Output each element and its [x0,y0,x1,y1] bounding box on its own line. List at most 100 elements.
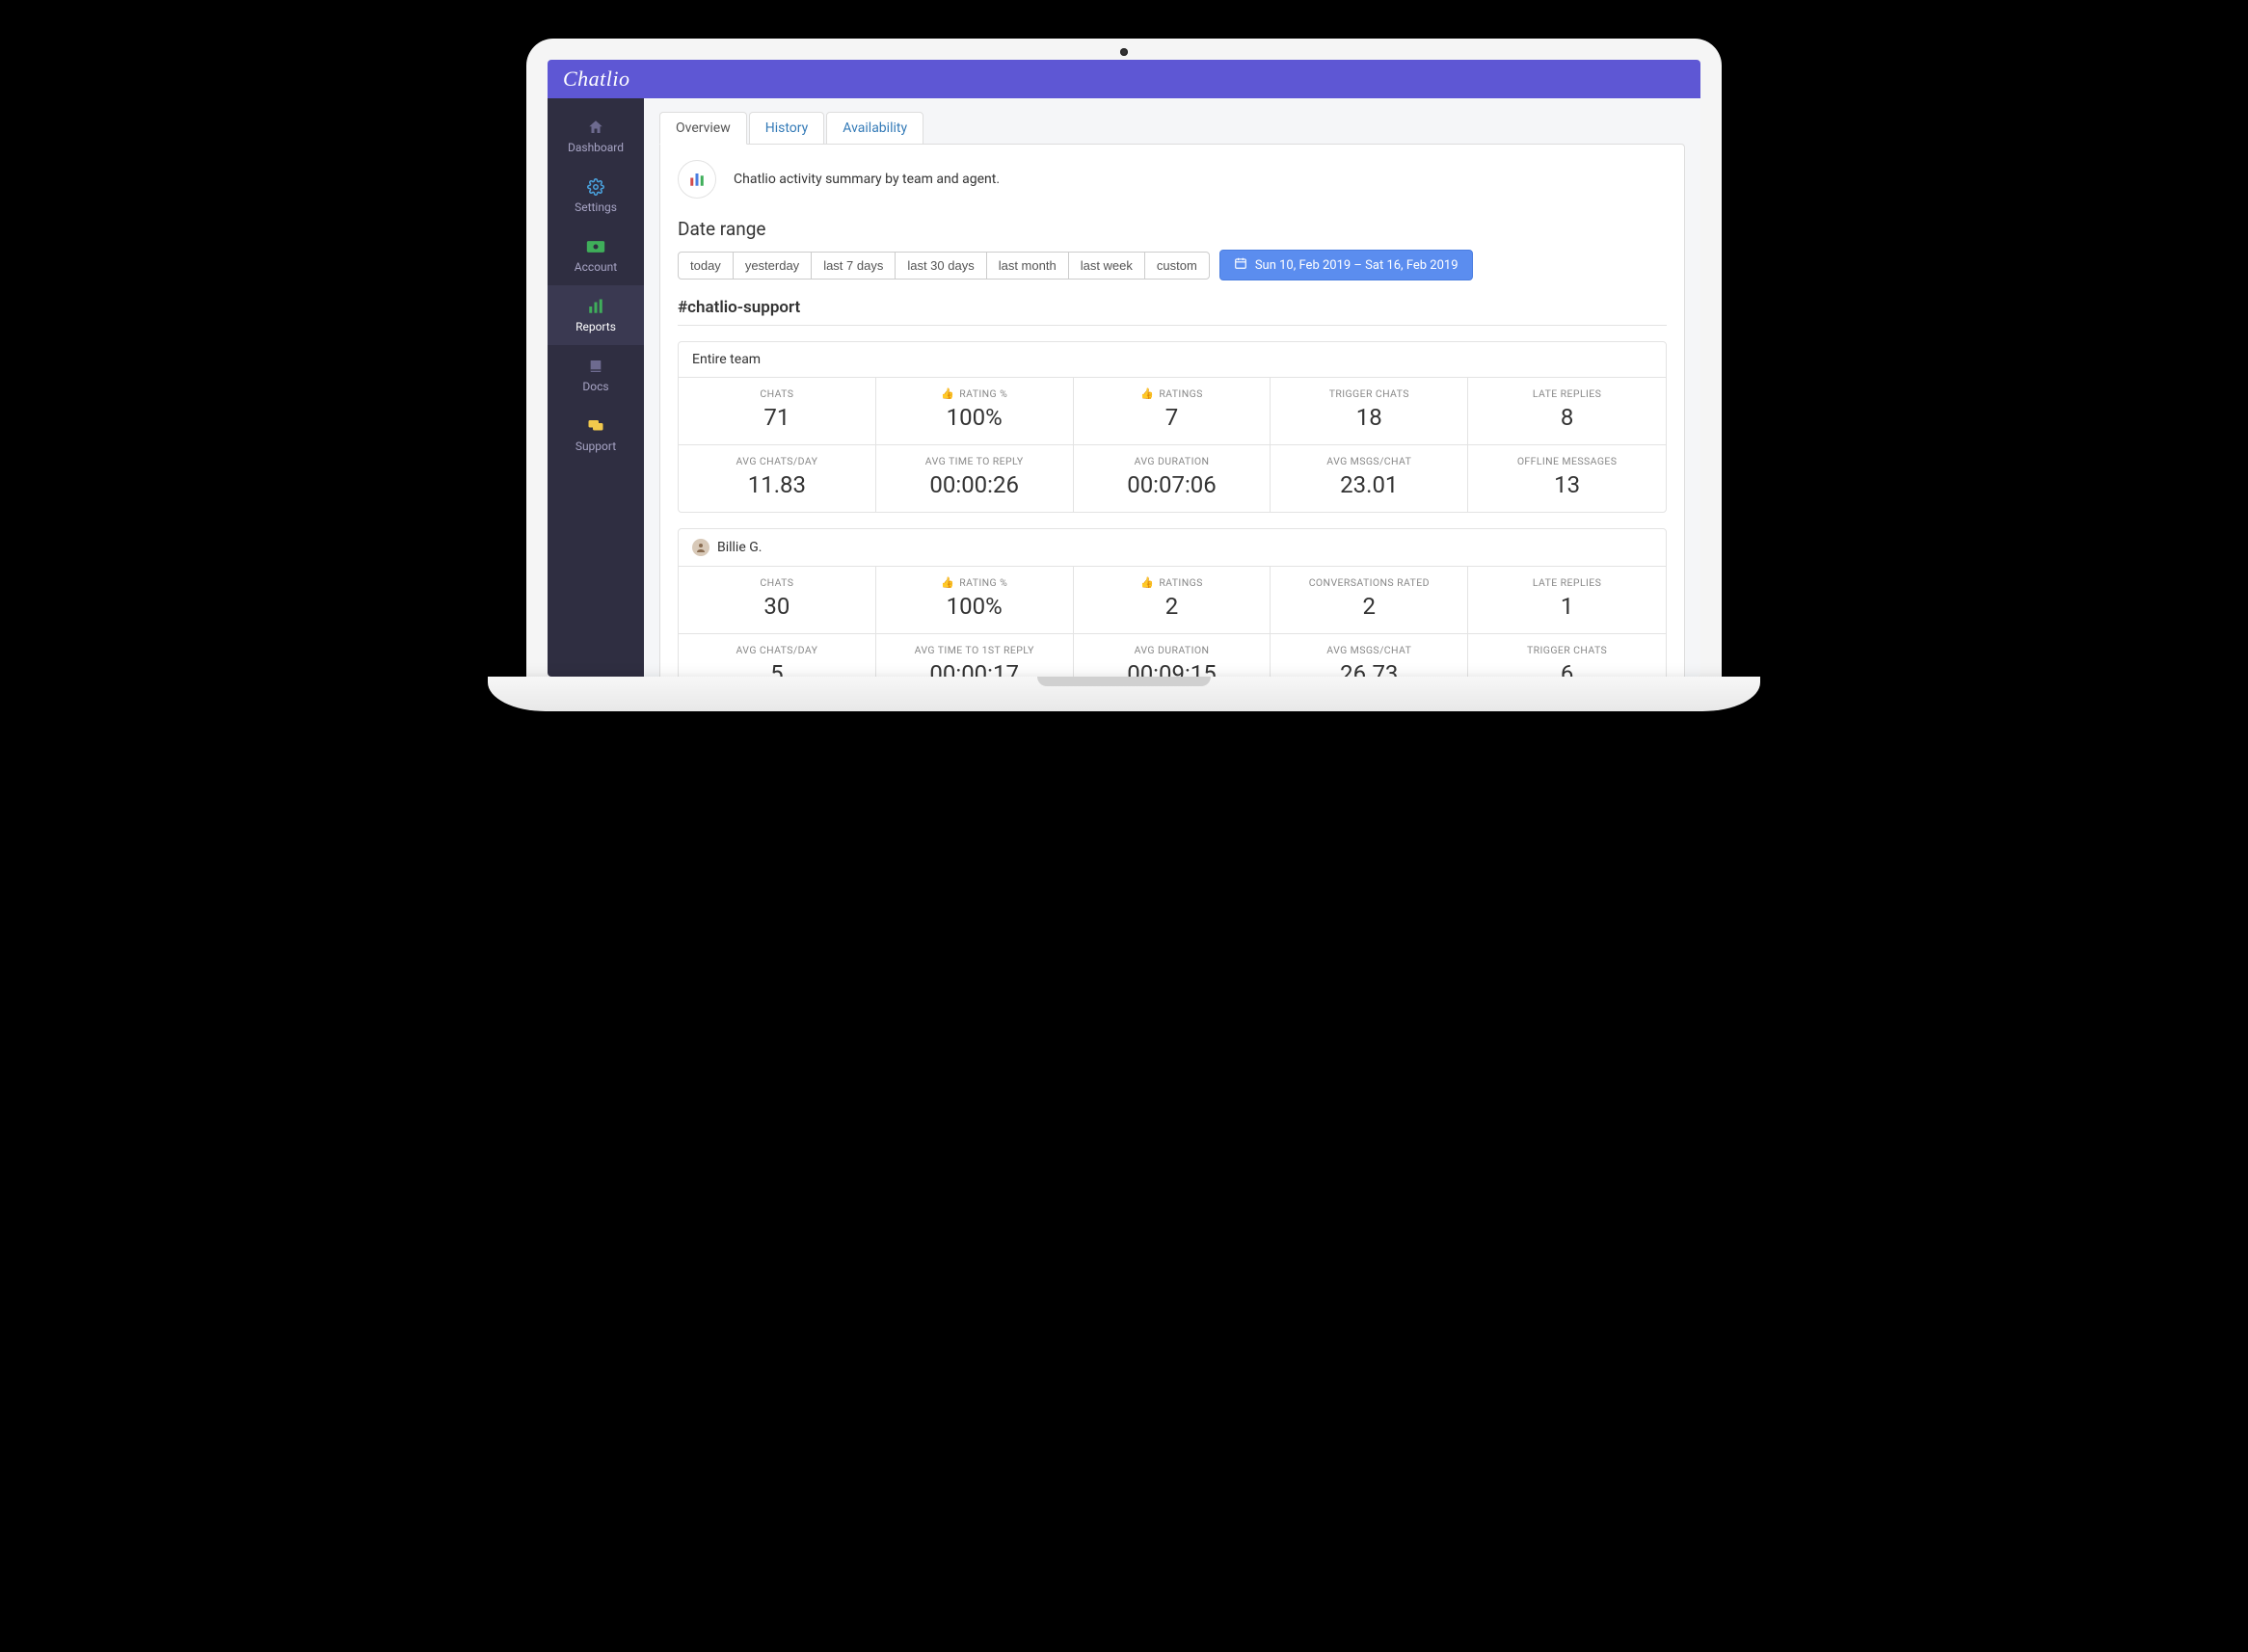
metric-label: RATING % [959,387,1007,400]
metric-value: 00:07:06 [1082,471,1263,498]
cash-icon [586,237,605,256]
range-last30[interactable]: last 30 days [895,252,986,280]
sidebar-item-reports[interactable]: Reports [548,285,644,345]
metric-label: AVG TIME TO REPLY [925,455,1024,467]
metric-value: 6 [1476,660,1658,677]
metric-label: AVG MSGS/CHAT [1326,455,1411,467]
brand-logo: Chatlio [563,67,630,92]
sidebar: Dashboard Settings Account [548,98,644,677]
metric-cell: AVG TIME TO 1ST REPLY 00:00:17 [876,634,1074,677]
team-metrics-row2: AVG CHATS/DAY 11.83 AVG TIME TO REPLY 00… [679,445,1666,512]
metric-cell: AVG CHATS/DAY 5 [679,634,876,677]
sidebar-item-settings[interactable]: Settings [548,166,644,226]
date-range-title: Date range [678,218,1667,240]
sidebar-item-support[interactable]: Support [548,405,644,465]
range-yesterday[interactable]: yesterday [733,252,812,280]
metric-value: 00:00:17 [884,660,1065,677]
metric-value: 5 [686,660,868,677]
metric-cell: AVG DURATION 00:07:06 [1074,445,1271,512]
sidebar-item-docs[interactable]: Docs [548,345,644,405]
thumbs-up-icon: 👍 [1140,576,1154,589]
sidebar-item-label: Settings [575,200,617,214]
sidebar-item-label: Support [575,440,616,453]
date-range-buttons: today yesterday last 7 days last 30 days… [678,250,1667,280]
metric-cell: CHATS 71 [679,378,876,444]
metric-value: 13 [1476,471,1658,498]
metric-cell: TRIGGER CHATS 18 [1271,378,1468,444]
metric-cell: 👍 RATINGS 2 [1074,567,1271,633]
gear-icon [586,177,605,197]
metric-value: 8 [1476,404,1658,431]
metric-cell: AVG TIME TO REPLY 00:00:26 [876,445,1074,512]
agent-card-header: Billie G. [679,529,1666,567]
metric-cell: 👍RATING % 100% [876,567,1074,633]
channel-title: #chatlio-support [678,298,1667,326]
laptop-frame: Chatlio Dashboard Settings [526,39,1722,677]
metric-value: 2 [1278,593,1459,620]
range-lastmonth[interactable]: last month [986,252,1069,280]
team-metrics-row1: CHATS 71 👍 RATING % 100% 👍RATINGS 7 [679,378,1666,445]
metric-value: 00:09:15 [1082,660,1263,677]
metric-value: 26.73 [1278,660,1459,677]
tabs: Overview History Availability [659,112,1685,145]
metric-label: RATING % [959,576,1007,589]
metric-label: AVG CHATS/DAY [736,644,818,656]
sidebar-item-account[interactable]: Account [548,226,644,285]
date-range-display[interactable]: Sun 10, Feb 2019 – Sat 16, Feb 2019 [1219,250,1473,280]
tab-history[interactable]: History [749,112,825,145]
metric-cell: OFFLINE MESSAGES 13 [1468,445,1666,512]
metric-value: 100% [884,404,1065,431]
range-last7[interactable]: last 7 days [811,252,896,280]
metric-label: AVG MSGS/CHAT [1326,644,1411,656]
metric-cell: CONVERSATIONS RATED 2 [1271,567,1468,633]
metric-value: 23.01 [1278,471,1459,498]
metric-label: RATINGS [1159,576,1202,589]
laptop-base [488,677,1760,711]
metric-label: OFFLINE MESSAGES [1517,455,1618,467]
metric-cell: LATE REPLIES 1 [1468,567,1666,633]
thumbs-up-icon: 👍 [941,387,954,400]
calendar-icon [1234,256,1247,274]
metric-label: TRIGGER CHATS [1527,644,1607,656]
metric-value: 30 [686,593,868,620]
main-content: Overview History Availability Chatlio ac… [644,98,1700,677]
team-card-title: Entire team [679,342,1666,378]
sidebar-item-label: Account [575,260,617,274]
metric-cell: 👍RATINGS 7 [1074,378,1271,444]
metric-label: AVG CHATS/DAY [736,455,818,467]
metric-value: 100% [884,593,1065,620]
summary-row: Chatlio activity summary by team and age… [678,160,1667,199]
metric-value: 1 [1476,593,1658,620]
book-icon [586,357,605,376]
metric-label: CONVERSATIONS RATED [1309,576,1430,589]
home-icon [586,118,605,137]
metric-label: LATE REPLIES [1533,387,1601,400]
range-custom[interactable]: custom [1144,252,1210,280]
team-card: Entire team CHATS 71 👍 RATING % 100% [678,341,1667,513]
summary-text: Chatlio activity summary by team and age… [734,172,1000,187]
sidebar-item-label: Dashboard [568,141,624,154]
bar-chart-icon [586,297,605,316]
tab-overview[interactable]: Overview [659,112,747,145]
topbar: Chatlio [548,60,1700,98]
agent-metrics-row2: AVG CHATS/DAY 5 AVG TIME TO 1ST REPLY 00… [679,634,1666,677]
camera-icon [1120,48,1128,56]
date-range-text: Sun 10, Feb 2019 – Sat 16, Feb 2019 [1255,258,1459,273]
metric-label: AVG DURATION [1135,455,1210,467]
agent-metrics-row1: CHATS 30 👍RATING % 100% 👍RATINGS 2 [679,567,1666,634]
sidebar-item-label: Reports [575,320,616,333]
metric-label: LATE REPLIES [1533,576,1601,589]
agent-card: Billie G. CHATS 30 👍RATING % 100% [678,528,1667,677]
range-today[interactable]: today [678,252,734,280]
metric-value: 2 [1082,593,1263,620]
sidebar-item-label: Docs [582,380,608,393]
chat-icon [586,416,605,436]
tab-availability[interactable]: Availability [826,112,923,145]
sidebar-item-dashboard[interactable]: Dashboard [548,106,644,166]
metric-cell: AVG CHATS/DAY 11.83 [679,445,876,512]
metric-cell: LATE REPLIES 8 [1468,378,1666,444]
range-lastweek[interactable]: last week [1068,252,1145,280]
overview-panel: Chatlio activity summary by team and age… [659,144,1685,677]
metric-value: 71 [686,404,868,431]
metric-cell: AVG MSGS/CHAT 23.01 [1271,445,1468,512]
